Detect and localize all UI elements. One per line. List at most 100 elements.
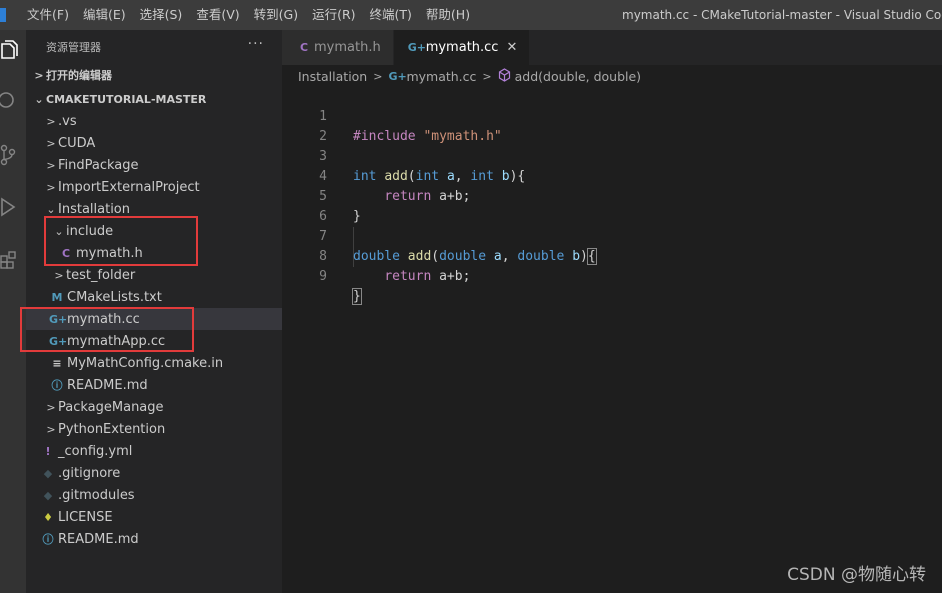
chevron-right-icon: > (46, 422, 56, 436)
code-line-8: 8 return a+b; (282, 227, 942, 284)
tree-file-readme-installation[interactable]: ⓘ README.md (26, 374, 282, 396)
run-debug-icon[interactable] (0, 196, 20, 218)
search-icon[interactable] (0, 90, 20, 112)
chevron-right-icon: > (46, 400, 56, 414)
workspace-root-label: CMAKETUTORIAL-MASTER (46, 92, 207, 106)
menu-help[interactable]: 帮助(H) (419, 0, 477, 30)
menu-terminal[interactable]: 终端(T) (363, 0, 419, 30)
highlight-box-cc-files (20, 307, 194, 352)
tree-file-cmakelists[interactable]: M CMakeLists.txt (26, 286, 282, 308)
code-line-5: 5 } (282, 167, 942, 224)
breadcrumb: Installation > G+ mymath.cc > add(double… (282, 65, 942, 87)
open-editors-section[interactable]: > 打开的编辑器 (26, 64, 282, 86)
symbol-method-icon (498, 67, 511, 85)
breadcrumb-file[interactable]: mymath.cc (406, 69, 476, 84)
tree-item-label: .vs (58, 113, 77, 129)
code-line-9: 9 } (282, 247, 942, 305)
tree-item-label: README.md (58, 531, 139, 547)
tree-file-readme-root[interactable]: ⓘ README.md (26, 528, 282, 550)
tree-file-license[interactable]: ♦ LICENSE (26, 506, 282, 528)
workspace-root-section[interactable]: ⌄ CMAKETUTORIAL-MASTER (26, 88, 282, 110)
info-icon: ⓘ (42, 533, 54, 546)
c-file-icon: C (299, 41, 309, 54)
tree-item-label: PythonExtention (58, 421, 166, 437)
menu-view[interactable]: 查看(V) (189, 0, 246, 30)
code-line-2: 2 (282, 107, 942, 144)
vscode-logo-icon (0, 8, 6, 22)
chevron-down-icon: ⌄ (46, 202, 56, 216)
chevron-down-icon: ⌄ (34, 92, 44, 106)
tree-item-label: FindPackage (58, 157, 139, 173)
code-line-6: 6 (282, 187, 942, 224)
menu-edit[interactable]: 编辑(E) (76, 0, 133, 30)
code-line-3: 3 int add(int a, int b){ (282, 127, 942, 184)
tree-item-label: _config.yml (58, 443, 133, 459)
license-icon: ♦ (43, 510, 53, 524)
tree-folder-pythonextention[interactable]: > PythonExtention (26, 418, 282, 440)
info-icon: ⓘ (51, 379, 63, 392)
chevron-right-icon: > (46, 158, 56, 172)
tree-item-label: LICENSE (58, 509, 113, 525)
code-line-4: 4 return a+b; (282, 147, 942, 204)
extensions-icon[interactable] (0, 248, 20, 270)
tree-folder-test-folder[interactable]: > test_folder (26, 264, 282, 286)
cmake-file-icon: M (51, 290, 63, 304)
chevron-right-icon: > (373, 69, 383, 83)
breadcrumb-symbol[interactable]: add(double, double) (515, 69, 641, 84)
tree-item-label: README.md (67, 377, 148, 393)
menu-bar: 文件(F) 编辑(E) 选择(S) 查看(V) 转到(G) 运行(R) 终端(T… (20, 0, 477, 30)
editor-tabs: C mymath.h G+ mymath.cc ✕ (282, 30, 942, 65)
tab-mymath-cc[interactable]: G+ mymath.cc ✕ (393, 30, 531, 65)
tree-item-label: .gitignore (58, 465, 121, 481)
close-icon[interactable]: ✕ (506, 40, 517, 55)
cpp-file-icon: G+ (407, 41, 426, 54)
explorer-header: 资源管理器 ··· (26, 30, 282, 64)
tab-mymath-h[interactable]: C mymath.h (282, 30, 394, 65)
bracket-match: } (352, 288, 362, 305)
tree-folder-packagemanage[interactable]: > PackageManage (26, 396, 282, 418)
line-number: 9 (319, 269, 327, 284)
more-actions-icon[interactable]: ··· (248, 36, 264, 52)
tree-item-label: PackageManage (58, 399, 164, 415)
tree-folder-cuda[interactable]: > CUDA (26, 132, 282, 154)
git-file-icon: ◆ (43, 466, 53, 480)
tree-item-label: MyMathConfig.cmake.in (67, 355, 224, 371)
code-line-1: 1 #include "mymath.h" (282, 87, 942, 144)
explorer-title: 资源管理器 (46, 41, 101, 54)
explorer-sidebar: 资源管理器 ··· > 打开的编辑器 ⌄ CMAKETUTORIAL-MASTE… (20, 30, 282, 593)
tree-file-gitignore[interactable]: ◆ .gitignore (26, 462, 282, 484)
watermark: CSDN @物随心转 (787, 565, 926, 585)
chevron-right-icon: > (46, 180, 56, 194)
window-title: mymath.cc - CMakeTutorial-master - Visua… (622, 8, 942, 22)
menu-selection[interactable]: 选择(S) (133, 0, 190, 30)
tree-item-label: ImportExternalProject (58, 179, 200, 195)
tab-label: mymath.h (314, 40, 381, 55)
open-editors-label: 打开的编辑器 (46, 69, 112, 82)
code-editor[interactable]: 1 #include "mymath.h" 2 3 int add(int a,… (282, 87, 942, 593)
tree-file-config-yml[interactable]: ! _config.yml (26, 440, 282, 462)
text-file-icon: ≡ (52, 356, 62, 370)
tree-file-gitmodules[interactable]: ◆ .gitmodules (26, 484, 282, 506)
tree-file-mymathconfig[interactable]: ≡ MyMathConfig.cmake.in (26, 352, 282, 374)
tree-item-label: .gitmodules (58, 487, 135, 503)
menu-run[interactable]: 运行(R) (305, 0, 362, 30)
menu-file[interactable]: 文件(F) (20, 0, 76, 30)
source-control-icon[interactable] (0, 144, 20, 166)
yml-file-icon: ! (45, 444, 51, 458)
menu-go[interactable]: 转到(G) (247, 0, 305, 30)
tab-label: mymath.cc (425, 40, 499, 55)
git-file-icon: ◆ (43, 488, 53, 502)
tree-folder-findpackage[interactable]: > FindPackage (26, 154, 282, 176)
code-token: return (384, 269, 432, 284)
code-token: a+b; (439, 269, 471, 284)
chevron-right-icon: > (54, 268, 64, 282)
tree-folder-importexternalproject[interactable]: > ImportExternalProject (26, 176, 282, 198)
tree-item-label: CMakeLists.txt (67, 289, 162, 305)
tree-item-label: Installation (58, 201, 131, 217)
explorer-icon[interactable] (0, 40, 20, 62)
tree-folder-vs[interactable]: > .vs (26, 110, 282, 132)
breadcrumb-folder[interactable]: Installation (298, 69, 367, 84)
highlight-box-include (44, 216, 198, 266)
cpp-file-icon: G+ (388, 69, 407, 83)
tree-item-label: test_folder (66, 267, 136, 283)
